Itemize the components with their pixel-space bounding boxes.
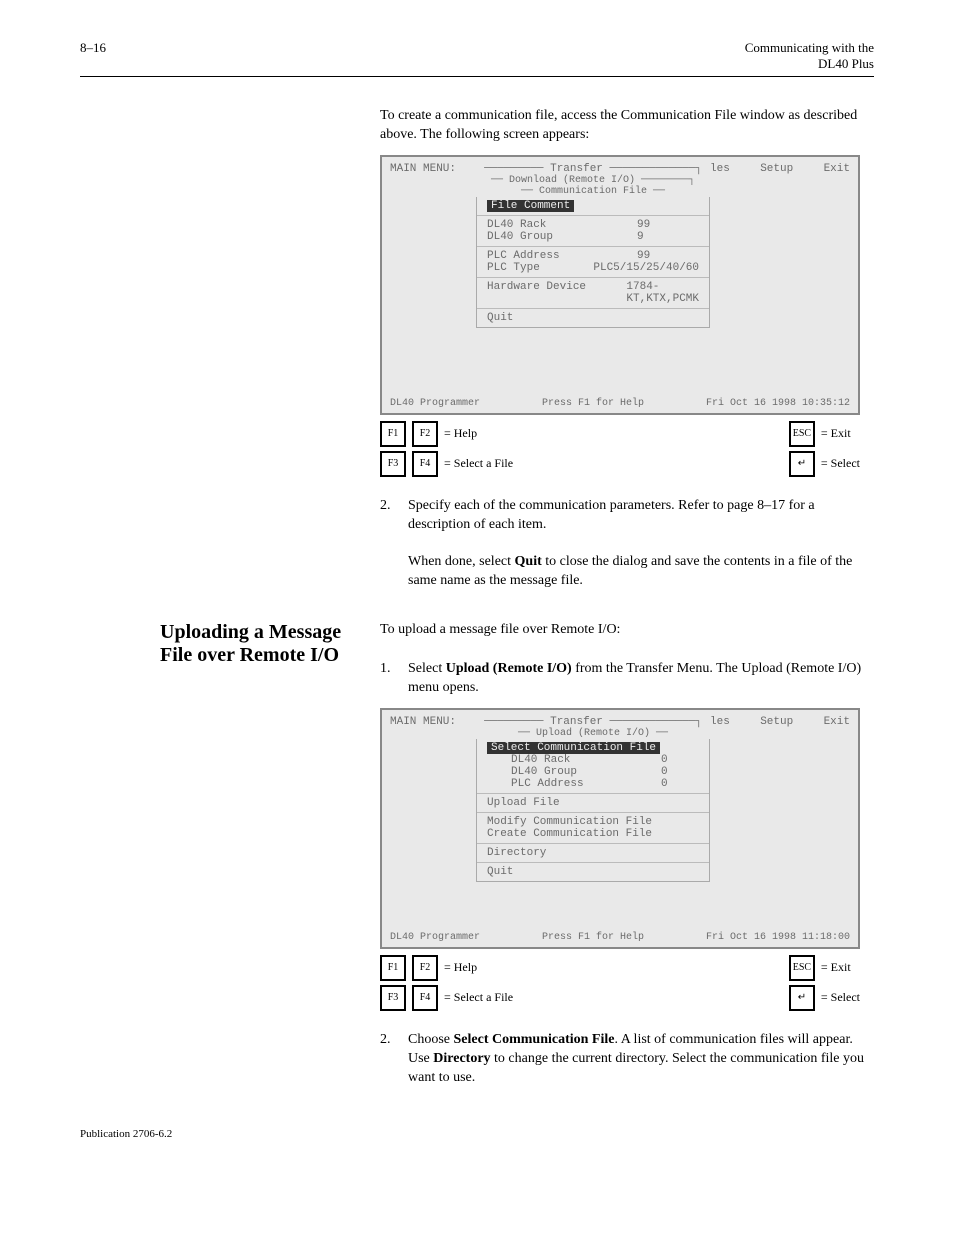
screenshot-download-remote-io: MAIN MENU: ───────── Transfer ──────────… — [380, 155, 860, 415]
key-f3-label: = Select a File — [444, 456, 513, 471]
key-f2: F2 — [412, 421, 438, 447]
ss2-item-modify-comm-file[interactable]: Modify Communication File — [487, 816, 652, 828]
ss2-menu-setup[interactable]: Setup — [760, 716, 793, 728]
key-enter-b: ↵ — [789, 985, 815, 1011]
ss1-item-hardware-device[interactable]: Hardware Device — [487, 281, 626, 305]
ss2-item-select-comm-file[interactable]: Select Communication File — [487, 742, 660, 754]
ss1-value-plc-type: PLC5/15/25/40/60 — [593, 262, 699, 274]
ss1-submenu-download: ── Download (Remote I/O) ────────┐ — [476, 175, 710, 186]
header-rule — [80, 76, 874, 77]
ss1-status-app: DL40 Programmer — [390, 398, 480, 409]
key-f2-b: F2 — [412, 955, 438, 981]
key-enter-label: = Select — [821, 456, 860, 471]
ss1-item-dl40-rack[interactable]: DL40 Rack — [487, 219, 637, 231]
ss2-status-help: Press F1 for Help — [480, 932, 706, 943]
intro-paragraph: To create a communication file, access t… — [380, 107, 874, 145]
ss1-box-title: ── Communication File ── — [476, 186, 710, 197]
ss2-item-directory[interactable]: Directory — [487, 847, 637, 859]
upload-step-1-number: 1. — [380, 660, 408, 698]
keyboard-legend-2: F1 F2 = Help F3 F4 = Select a File ESC =… — [380, 955, 860, 1011]
ss2-status-datetime: Fri Oct 16 1998 11:18:00 — [706, 932, 850, 943]
side-heading-upload: Uploading a Message File over Remote I/O — [160, 621, 360, 667]
ss2-item-upload-file[interactable]: Upload File — [487, 797, 637, 809]
ss1-menu-files-fragment[interactable]: les — [710, 163, 730, 175]
ss1-value-dl40-group: 9 — [637, 231, 699, 243]
key-f4: F4 — [412, 451, 438, 477]
ss1-menu-setup[interactable]: Setup — [760, 163, 793, 175]
ss2-status-app: DL40 Programmer — [390, 932, 480, 943]
ss2-menu-files-fragment[interactable]: les — [710, 716, 730, 728]
keyboard-legend-1: F1 F2 = Help F3 F4 = Select a File ESC =… — [380, 421, 860, 477]
ss1-value-dl40-rack: 99 — [637, 219, 699, 231]
chapter-title-line2: DL40 Plus — [745, 56, 874, 72]
ss2-item-quit[interactable]: Quit — [487, 866, 637, 878]
step-2-number: 2. — [380, 497, 408, 591]
ss2-inline-dl40-rack: DL40 Rack — [511, 754, 661, 766]
screenshot-upload-remote-io: MAIN MENU: ───────── Transfer ──────────… — [380, 708, 860, 949]
key-f3-b: F3 — [380, 985, 406, 1011]
key-esc: ESC — [789, 421, 815, 447]
ss2-menu-transfer[interactable]: ───────── Transfer ─────────────┐ — [476, 716, 710, 728]
ss1-item-plc-type[interactable]: PLC Type — [487, 262, 593, 274]
key-f1: F1 — [380, 421, 406, 447]
ss2-menu-exit[interactable]: Exit — [824, 716, 850, 728]
key-enter-label-b: = Select — [821, 990, 860, 1005]
chapter-title-line1: Communicating with the — [745, 40, 874, 56]
key-f3-label-b: = Select a File — [444, 990, 513, 1005]
key-esc-label: = Exit — [821, 426, 851, 441]
ss2-inline-plc-address: PLC Address — [511, 778, 661, 790]
ss2-inline-dl40-rack-val: 0 — [661, 754, 699, 766]
ss1-item-dl40-group[interactable]: DL40 Group — [487, 231, 637, 243]
ss1-value-plc-address: 99 — [637, 250, 699, 262]
ss1-menu-transfer[interactable]: ───────── Transfer ─────────────┐ — [476, 163, 710, 175]
step-2-text: Specify each of the communication parame… — [408, 497, 874, 591]
ss2-main-menu-label: MAIN MENU: — [390, 716, 476, 728]
key-esc-b: ESC — [789, 955, 815, 981]
upload-step-1-text: Select Upload (Remote I/O) from the Tran… — [408, 660, 874, 698]
ss1-status-help: Press F1 for Help — [480, 398, 706, 409]
key-f1-label-b: = Help — [444, 960, 477, 975]
ss2-inline-dl40-group-val: 0 — [661, 766, 699, 778]
key-f1-b: F1 — [380, 955, 406, 981]
ss1-main-menu-label: MAIN MENU: — [390, 163, 476, 175]
ss2-item-create-comm-file[interactable]: Create Communication File — [487, 828, 652, 840]
ss1-status-datetime: Fri Oct 16 1998 10:35:12 — [706, 398, 850, 409]
ss2-inline-plc-address-val: 0 — [661, 778, 699, 790]
ss1-menu-exit[interactable]: Exit — [824, 163, 850, 175]
ss1-item-file-comment[interactable]: File Comment — [487, 200, 574, 212]
key-f4-b: F4 — [412, 985, 438, 1011]
publication-footer: Publication 2706-6.2 — [80, 1128, 874, 1140]
upload-intro: To upload a message file over Remote I/O… — [380, 621, 874, 640]
upload-step-2-text: Choose Select Communication File. A list… — [408, 1031, 874, 1088]
ss2-inline-dl40-group: DL40 Group — [511, 766, 661, 778]
chapter-number: 8–16 — [80, 40, 106, 72]
key-esc-label-b: = Exit — [821, 960, 851, 975]
ss1-item-plc-address[interactable]: PLC Address — [487, 250, 637, 262]
ss2-submenu-upload: ── Upload (Remote I/O) ── — [476, 728, 710, 739]
ss1-value-hardware-device: 1784-KT,KTX,PCMK — [626, 281, 699, 305]
upload-step-2-number: 2. — [380, 1031, 408, 1088]
ss1-item-quit[interactable]: Quit — [487, 312, 637, 324]
key-f3: F3 — [380, 451, 406, 477]
key-f1-label: = Help — [444, 426, 477, 441]
key-enter: ↵ — [789, 451, 815, 477]
